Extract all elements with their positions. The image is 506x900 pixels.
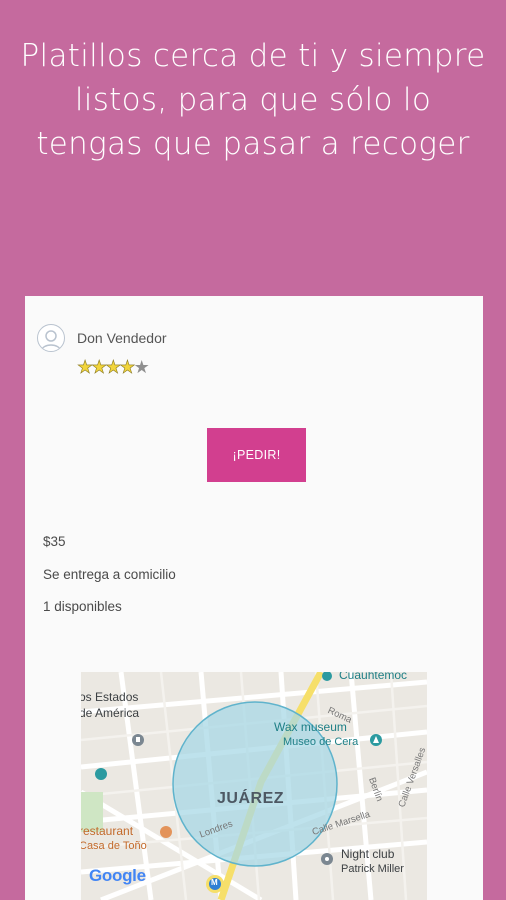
map-label-cuauhtemoc: Cuauhtémoc: [339, 672, 408, 682]
map-pin-icon: [95, 768, 107, 780]
map-pin-icon: [160, 826, 172, 838]
availability-text: 1 disponibles: [43, 599, 122, 614]
map-label-america: de América: [81, 706, 140, 720]
star-filled-icon: ★: [119, 357, 136, 378]
star-filled-icon: ★: [105, 357, 122, 378]
order-button[interactable]: ¡PEDIR!: [207, 428, 306, 482]
map-pin-icon: [132, 734, 144, 746]
delivery-text: Se entrega a comicilio: [43, 567, 176, 582]
map-label-wax-museum: Wax museum: [274, 720, 347, 734]
map-label-estados: os Estados: [81, 690, 139, 704]
location-map[interactable]: Cuauhtémoc os Estados de América Wax mus…: [81, 672, 427, 900]
map-label-museo: Museo de Cera: [283, 736, 359, 748]
seller-info[interactable]: Don Vendedor: [37, 324, 167, 352]
google-logo-text: Google: [89, 866, 146, 885]
star-filled-icon: ★: [91, 357, 108, 378]
map-label-district: JUÁREZ: [217, 790, 285, 807]
map-pin-icon: [321, 853, 333, 865]
google-logo: Google: [89, 866, 146, 886]
map-label-patrick-miller: Patrick Miller: [341, 863, 404, 875]
headline: Platillos cerca de ti y siempre listos, …: [20, 38, 486, 162]
user-avatar-icon: [37, 324, 65, 352]
map-label-casa-tono: Casa de Toño: [81, 840, 147, 852]
map-label-restaurant: restaurant: [81, 824, 134, 838]
map-pin-icon: [370, 734, 382, 746]
price-text: $35: [43, 534, 66, 549]
rating-stars: ★★★★★: [77, 357, 150, 378]
metro-icon: M: [211, 878, 218, 887]
seller-name: Don Vendedor: [77, 330, 167, 346]
star-filled-icon: ★: [77, 357, 94, 378]
map-label-night-club: Night club: [341, 847, 395, 861]
star-empty-icon: ★: [133, 357, 150, 377]
listing-card: Don Vendedor ★★★★★ ¡PEDIR! $35 Se entreg…: [25, 296, 483, 900]
